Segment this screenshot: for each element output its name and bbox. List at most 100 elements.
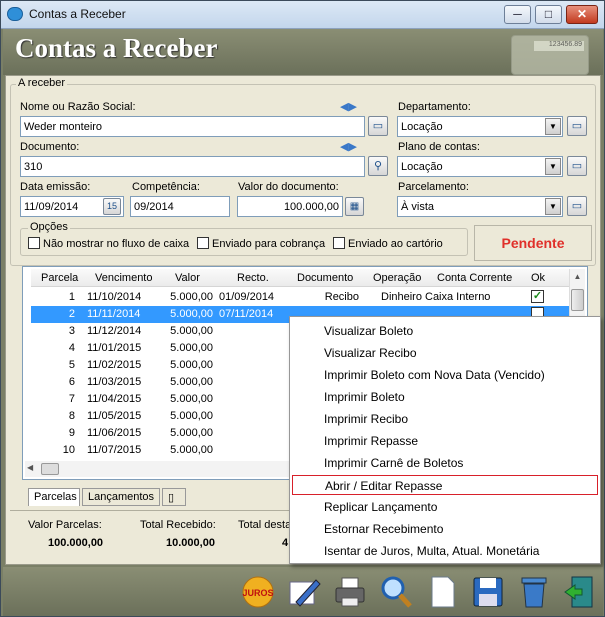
search-icon[interactable] [377,573,415,611]
receber-group-title: A receber [16,77,68,89]
page-title: Contas a Receber [15,33,218,63]
table-cell-venc: 11/07/2015 [87,444,142,456]
col-conta-corrente[interactable]: Conta Corrente [437,272,512,284]
departamento-select[interactable]: Locação ▼ [397,116,563,137]
valor-documento-field[interactable]: 100.000,00 [237,196,343,217]
nao-mostrar-checkbox[interactable]: Não mostrar no fluxo de caixa [28,237,189,250]
table-cell-parcela: 4 [68,342,75,354]
table-row[interactable]: 1 11/10/2014 5.000,00 01/09/2014 Recibo Dinhe… [31,289,569,306]
table-cell-valor: 5.000,00 [170,427,213,439]
scroll-up-icon[interactable]: ▲ [570,269,585,285]
menu-item[interactable]: Replicar Lançamento [292,497,598,517]
competencia-field[interactable]: 09/2014 [130,196,230,217]
menu-item[interactable]: Imprimir Repasse [292,431,598,451]
open-folder-icon[interactable]: ▭ [368,116,388,136]
minimize-button[interactable]: ─ [504,5,531,24]
total-recebido-label: Total Recebido: [140,519,216,531]
table-cell-valor: 5.000,00 [170,308,213,320]
total-desta-value: 4 [282,537,289,549]
tab-lancamentos[interactable]: Lançamentos [82,488,160,506]
calculator-display: 123456.89 [534,41,584,51]
juros-label: JUROS [242,588,273,598]
bottom-toolbar: JUROS [3,567,603,616]
plano-contas-select[interactable]: Locação ▼ [397,156,563,177]
tab-document-icon[interactable]: ▯ [162,488,186,506]
doc-nav-arrows-icon[interactable]: ◀▶ [340,140,357,153]
printer-icon[interactable] [331,573,369,611]
scroll-thumb[interactable] [571,289,584,311]
cartorio-label: Enviado ao cartório [348,238,443,250]
parcelamento-folder-icon[interactable]: ▭ [567,196,587,216]
nav-arrows-icon[interactable]: ◀▶ [340,100,357,113]
total-desta-label: Total desta [238,519,292,531]
scroll-left-icon[interactable]: ◀ [27,463,33,472]
departamento-value: Locação [401,121,443,133]
edit-icon[interactable] [285,573,323,611]
juros-icon[interactable]: JUROS [239,573,277,611]
calculator-button-icon[interactable]: ▦ [345,197,364,216]
close-button[interactable]: ✕ [566,5,598,24]
menu-item[interactable]: Imprimir Carnê de Boletos [292,453,598,473]
table-cell-parcela: 2 [68,308,75,320]
menu-item[interactable]: Visualizar Recibo [292,343,598,363]
table-cell-doc: Recibo [324,291,359,303]
opcoes-title: Opções [28,221,70,233]
window-title: Contas a Receber [29,7,126,21]
ok-checkbox[interactable]: ✓ [531,290,544,303]
table-cell-valor: 5.000,00 [170,410,213,422]
table-cell-valor: 5.000,00 [170,342,213,354]
table-cell-parcela: 10 [62,444,75,456]
new-document-icon[interactable] [423,573,461,611]
menu-item[interactable]: Visualizar Boleto [292,321,598,341]
col-operacao[interactable]: Operação [373,272,421,284]
main-window: Contas a Receber ─ □ ✕ Contas a Receber … [0,0,605,617]
table-cell-conta: Caixa Interno [425,291,491,303]
chevron-down-icon[interactable]: ▼ [545,158,561,175]
col-parcela[interactable]: Parcela [41,272,78,284]
menu-item[interactable]: Estornar Recebimento [292,519,598,539]
chevron-down-icon[interactable]: ▼ [545,118,561,135]
documento-field[interactable]: 310 [20,156,365,177]
menu-item[interactable]: Imprimir Boleto com Nova Data (Vencido) [292,365,598,385]
col-ok[interactable]: Ok [531,272,545,284]
table-cell-parcela: 8 [68,410,75,422]
app-icon [7,7,23,21]
valor-parcelas-label: Valor Parcelas: [28,519,102,531]
calendar-icon[interactable]: 15 [103,198,121,215]
plano-contas-value: Locação [401,161,443,173]
menu-item[interactable]: Abrir / Editar Repasse [292,475,598,495]
chevron-down-icon[interactable]: ▼ [545,198,561,215]
table-cell-venc: 11/04/2015 [87,393,142,405]
plano-folder-icon[interactable]: ▭ [567,156,587,176]
maximize-button[interactable]: □ [535,5,562,24]
search-icon[interactable]: ⚲ [368,156,388,176]
col-vencimento[interactable]: Vencimento [95,272,152,284]
parcelamento-select[interactable]: À vista ▼ [397,196,563,217]
hscroll-thumb[interactable] [41,463,59,475]
col-recto[interactable]: Recto. [237,272,269,284]
menu-item[interactable]: Imprimir Recibo [292,409,598,429]
tab-parcelas[interactable]: Parcelas [28,488,80,506]
departamento-folder-icon[interactable]: ▭ [567,116,587,136]
save-icon[interactable] [469,573,507,611]
calculator-icon: 123456.89 [511,35,589,75]
col-valor[interactable]: Valor [175,272,200,284]
menu-item[interactable]: Imprimir Boleto [292,387,598,407]
table-cell-venc: 11/05/2015 [87,410,142,422]
exit-icon[interactable] [561,573,599,611]
cobranca-checkbox[interactable]: Enviado para cobrança [197,237,325,250]
col-documento[interactable]: Documento [297,272,353,284]
nome-field[interactable]: Weder monteiro [20,116,365,137]
cartorio-checkbox[interactable]: Enviado ao cartório [333,237,443,250]
delete-icon[interactable] [515,573,553,611]
table-cell-venc: 11/12/2014 [87,325,142,337]
table-cell-valor: 5.000,00 [170,325,213,337]
parcelamento-value: À vista [401,201,435,213]
menu-item[interactable]: Isentar de Juros, Multa, Atual. Monetári… [292,541,598,561]
valor-documento-label: Valor do documento: [238,181,339,193]
horizontal-scrollbar[interactable]: ◀ [25,461,305,477]
table-cell-parcela: 1 [68,291,75,303]
departamento-label: Departamento: [398,101,471,113]
table-cell-recto: 07/11/2014 [219,308,274,320]
table-cell-venc: 11/11/2014 [87,308,141,320]
